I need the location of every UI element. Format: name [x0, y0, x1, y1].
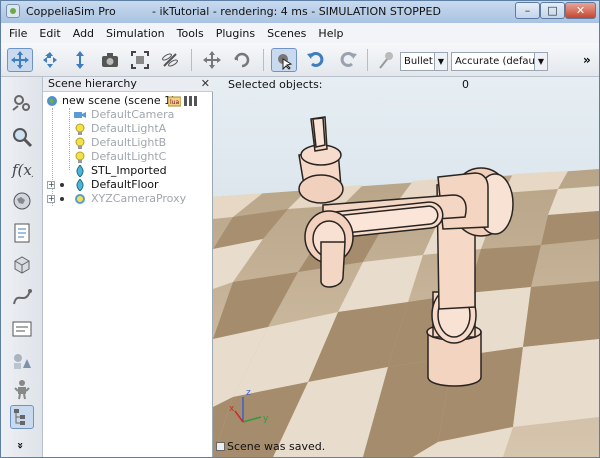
hierarchy-item-label: STL_Imported — [91, 164, 167, 177]
undo-icon[interactable] — [303, 48, 329, 72]
hierarchy-item-defaultlighta[interactable]: DefaultLightA — [43, 122, 213, 136]
app-name: CoppeliaSim Pro — [26, 5, 116, 18]
menu-edit[interactable]: Edit — [39, 27, 60, 40]
toolbar-separator — [263, 49, 264, 71]
light-icon — [75, 151, 85, 163]
dragonfly-icon[interactable] — [157, 48, 183, 72]
scene-list-icon[interactable] — [184, 95, 197, 107]
status-toggle-icon[interactable] — [216, 442, 225, 451]
object-shift-icon[interactable] — [199, 48, 225, 72]
selection-icon[interactable] — [10, 125, 34, 149]
hierarchy-item-label: DefaultLightA — [91, 122, 167, 135]
shape-icon — [76, 179, 84, 191]
selected-objects-label: Selected objects: — [228, 78, 323, 91]
menu-tools[interactable]: Tools — [177, 27, 204, 40]
shape-icon — [76, 165, 84, 177]
svg-text:lua: lua — [170, 99, 179, 106]
click-select-icon[interactable] — [271, 48, 297, 72]
environment-icon[interactable] — [10, 189, 34, 213]
hierarchy-root-label: new scene (scene 1) — [62, 94, 176, 107]
selected-objects-count: 0 — [462, 78, 469, 91]
hierarchy-item-label: DefaultLightC — [91, 150, 167, 163]
fit-view-icon[interactable] — [127, 48, 153, 72]
menu-simulation[interactable]: Simulation — [106, 27, 165, 40]
hierarchy-item-defaultfloor[interactable]: + DefaultFloor — [43, 178, 213, 192]
window-title: - ikTutorial - rendering: 4 ms - SIMULAT… — [152, 5, 441, 18]
physics-engine-select[interactable]: Bullet ▼ — [400, 52, 448, 71]
object-rotate-icon[interactable] — [229, 48, 255, 72]
left-toolbar: f(x) » — [1, 77, 43, 457]
camera-pan-icon[interactable] — [7, 48, 33, 72]
scripts-icon[interactable] — [10, 221, 34, 245]
camera-angle-icon[interactable] — [97, 48, 123, 72]
menu-file[interactable]: File — [9, 27, 27, 40]
hierarchy-item-label: DefaultFloor — [91, 178, 159, 191]
light-icon — [75, 137, 85, 149]
maximize-button[interactable]: □ — [540, 2, 565, 19]
hierarchy-item-defaultcamera[interactable]: DefaultCamera — [43, 108, 213, 122]
toolbar-overflow-button[interactable]: » — [583, 53, 591, 67]
light-icon — [75, 123, 85, 135]
robot-icon[interactable] — [10, 377, 34, 401]
path-edit-icon[interactable] — [10, 285, 34, 309]
simulation-settings-icon[interactable] — [10, 91, 34, 115]
menu-plugins[interactable]: Plugins — [216, 27, 255, 40]
bullet-icon — [60, 183, 64, 187]
toolbar-separator — [367, 49, 368, 71]
expand-icon[interactable]: + — [47, 181, 55, 189]
hierarchy-item-label: DefaultCamera — [91, 108, 175, 121]
toolbar: Bullet ▼ Accurate (default) ▼ » — [1, 43, 599, 77]
chevron-down-icon: ▼ — [434, 53, 447, 70]
svg-text:f(x): f(x) — [11, 161, 33, 179]
camera-rotate-icon[interactable] — [37, 48, 63, 72]
hierarchy-item-defaultlightc[interactable]: DefaultLightC — [43, 150, 213, 164]
scene-hierarchy-header: Scene hierarchy ✕ — [43, 77, 213, 92]
close-button[interactable]: ✕ — [565, 2, 596, 19]
toolbar-separator — [191, 49, 192, 71]
bullet-icon — [60, 197, 64, 201]
camera-shift-icon[interactable] — [67, 48, 93, 72]
scene-hierarchy-panel: Scene hierarchy ✕ new scene (scene 1) lu… — [43, 77, 213, 457]
hierarchy-item-defaultlightb[interactable]: DefaultLightB — [43, 136, 213, 150]
accuracy-select[interactable]: Accurate (default) ▼ — [451, 52, 548, 71]
axis-z-label: z — [246, 388, 251, 398]
proxy-icon — [75, 194, 85, 204]
accuracy-value: Accurate (default) — [455, 56, 546, 67]
calculation-modules-icon[interactable]: f(x) — [10, 157, 34, 181]
physics-engine-value: Bullet — [404, 56, 433, 67]
expand-icon[interactable]: + — [47, 195, 55, 203]
shape-edit-icon[interactable] — [10, 253, 34, 277]
axis-y-label: y — [263, 414, 269, 424]
scene-viewport[interactable]: z y x — [213, 77, 599, 457]
app-logo-icon — [6, 4, 20, 18]
chevron-down-icon: ▼ — [534, 53, 547, 70]
hierarchy-item-stl-imported[interactable]: STL_Imported — [43, 164, 213, 178]
scene-render[interactable]: z y x — [213, 77, 599, 457]
user-settings-icon[interactable] — [10, 317, 34, 341]
scene-folder-icon[interactable]: lua — [168, 95, 181, 107]
status-message: Scene was saved. — [227, 440, 326, 453]
menu-add[interactable]: Add — [73, 27, 94, 40]
hierarchy-root[interactable]: new scene (scene 1) lua — [43, 94, 213, 108]
globe-icon — [47, 96, 57, 106]
close-icon[interactable]: ✕ — [201, 77, 210, 91]
model-browser-icon[interactable] — [10, 349, 34, 373]
scene-hierarchy-icon[interactable] — [10, 405, 34, 429]
menu-help[interactable]: Help — [318, 27, 343, 40]
menu-scenes[interactable]: Scenes — [267, 27, 306, 40]
scene-hierarchy-title: Scene hierarchy — [48, 77, 137, 90]
camera-icon — [74, 112, 86, 118]
hierarchy-item-label: XYZCameraProxy — [91, 192, 187, 205]
left-toolbar-more-button[interactable]: » — [14, 442, 27, 449]
axis-x-label: x — [229, 404, 235, 414]
dynamics-settings-icon[interactable] — [373, 48, 399, 72]
hierarchy-item-label: DefaultLightB — [91, 136, 167, 149]
menu-bar: File Edit Add Simulation Tools Plugins S… — [1, 23, 599, 43]
hierarchy-item-xyzcameraproxy[interactable]: + XYZCameraProxy — [43, 192, 213, 206]
minimize-button[interactable]: – — [515, 2, 540, 19]
redo-icon[interactable] — [335, 48, 361, 72]
